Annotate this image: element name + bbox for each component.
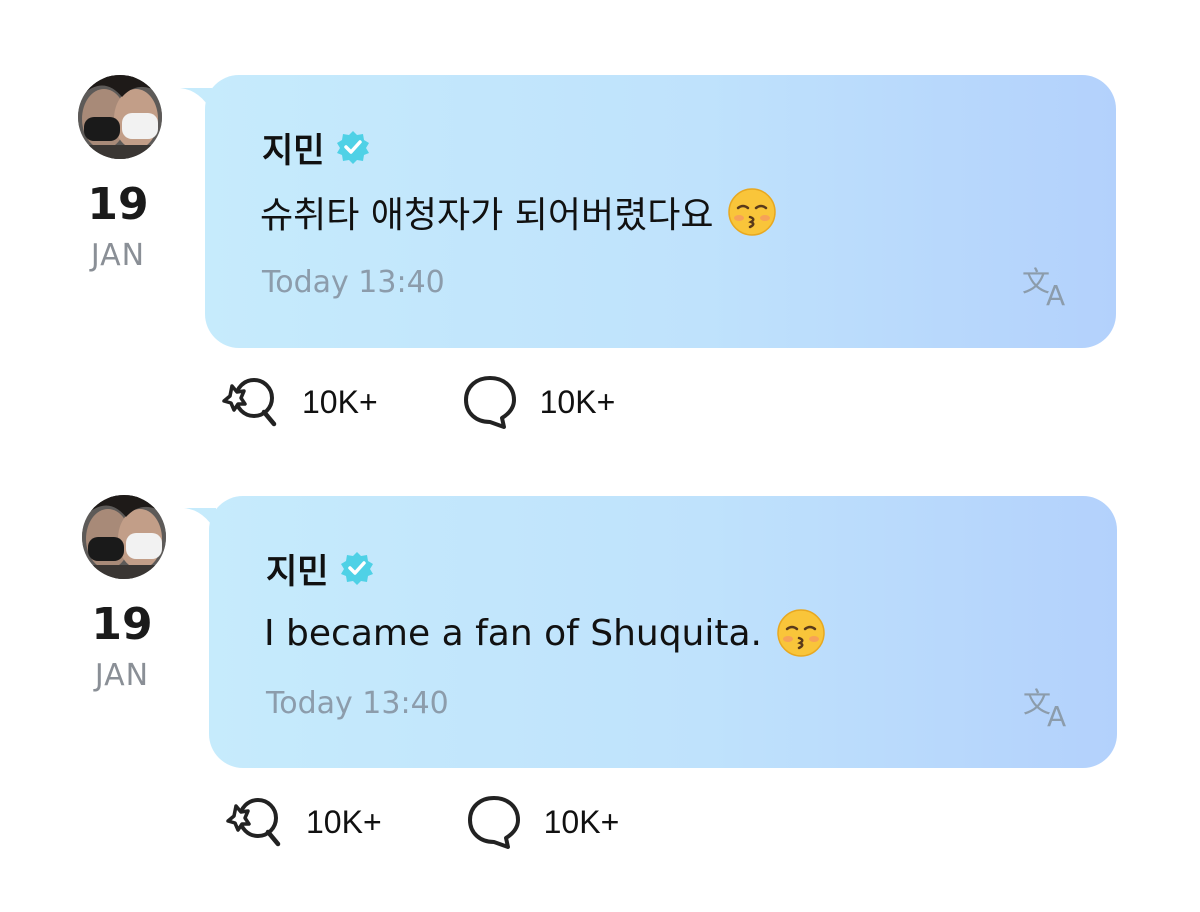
timestamp: Today 13:40 (266, 686, 449, 721)
message-bubble[interactable]: 지민 슈취타 애청자가 되어버렸다요 Today 13:40 文 A (205, 75, 1116, 348)
date-day: 19 (87, 179, 149, 230)
kissing-face-with-closed-eyes-icon (777, 609, 825, 657)
post-actions: 10K+ 10K+ (222, 792, 697, 852)
verified-badge-icon (340, 552, 373, 585)
comment-count: 10K+ (539, 383, 616, 420)
avatar[interactable] (82, 495, 166, 579)
date-month: JAN (94, 658, 150, 693)
message-text-row: I became a fan of Shuquita. (264, 606, 826, 660)
kissing-face-with-closed-eyes-icon (728, 188, 777, 236)
comment-count: 10K+ (543, 803, 620, 840)
post-card: 19 JAN 지민 슈취타 애청자가 되어버렸다요 Today 13:40 文 … (0, 0, 1200, 429)
author-name[interactable]: 지민 (262, 123, 325, 172)
author-row: 지민 (262, 123, 371, 171)
svg-text:A: A (1047, 700, 1066, 730)
svg-text:A: A (1046, 279, 1065, 309)
comment-button[interactable]: 10K+ (460, 792, 620, 852)
comment-bubble-icon (467, 796, 520, 849)
verified-badge-icon (336, 131, 369, 164)
reaction-count: 10K+ (306, 803, 382, 840)
star-lollipop-icon (226, 798, 281, 847)
translate-icon[interactable]: 文 A (1021, 682, 1077, 730)
post-card: 19 JAN 지민 I became a fan of Shuquita. To… (0, 420, 1200, 849)
message-text-row: 슈취타 애청자가 되어버렸다요 (260, 185, 777, 239)
avatar[interactable] (78, 75, 162, 159)
reaction-button[interactable]: 10K+ (222, 792, 382, 852)
date-day: 19 (91, 599, 153, 650)
reaction-count: 10K+ (302, 383, 378, 420)
date-month: JAN (90, 238, 146, 273)
message-bubble[interactable]: 지민 I became a fan of Shuquita. Today 13:… (209, 496, 1117, 768)
message-text: I became a fan of Shuquita. (264, 612, 762, 654)
translate-icon[interactable]: 文 A (1020, 261, 1076, 309)
author-name[interactable]: 지민 (266, 544, 329, 593)
message-text: 슈취타 애청자가 되어버렸다요 (260, 195, 714, 236)
timestamp: Today 13:40 (262, 265, 445, 300)
author-row: 지민 (266, 544, 375, 592)
